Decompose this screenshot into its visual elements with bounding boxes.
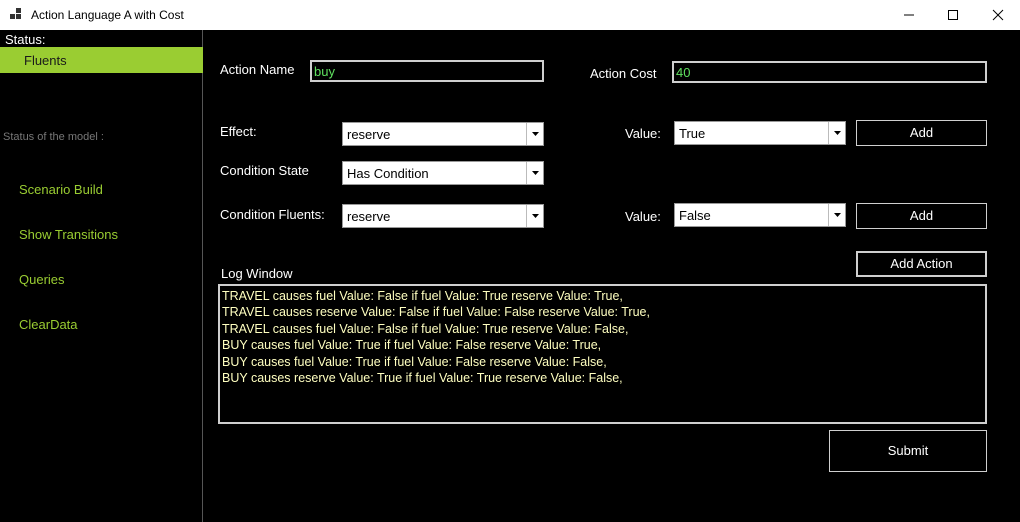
effect-select-value: reserve (347, 127, 391, 142)
nav-show-transitions[interactable]: Show Transitions (19, 227, 118, 242)
condition-state-select-dropdown[interactable] (526, 162, 543, 184)
maximize-button[interactable] (930, 0, 976, 30)
log-line: BUY causes fuel Value: True if fuel Valu… (222, 354, 607, 369)
condition-value-select-dropdown[interactable] (828, 204, 845, 226)
log-line: BUY causes fuel Value: True if fuel Valu… (222, 338, 602, 353)
nav-clear-data[interactable]: ClearData (19, 317, 78, 332)
log-line: TRAVEL causes reserve Value: False if fu… (222, 305, 650, 320)
chevron-down-icon (834, 213, 841, 217)
action-name-input[interactable]: buy (310, 60, 544, 82)
nav-scenario-build[interactable]: Scenario Build (19, 182, 103, 197)
condition-fluents-select-dropdown[interactable] (526, 205, 543, 227)
chevron-down-icon (834, 131, 841, 135)
condition-state-select-value: Has Condition (347, 166, 429, 181)
condition-value-select[interactable]: False (674, 203, 846, 227)
log-line: TRAVEL causes fuel Value: False if fuel … (222, 321, 629, 336)
condition-state-select[interactable]: Has Condition (342, 161, 544, 185)
effect-value-label: Value: (625, 126, 661, 141)
status-label: Status: (5, 32, 46, 47)
add-action-button[interactable]: Add Action (856, 251, 987, 277)
log-line: TRAVEL causes fuel Value: False if fuel … (222, 289, 623, 303)
chevron-down-icon (532, 214, 539, 218)
maximize-icon (948, 10, 958, 20)
effect-select-dropdown[interactable] (526, 123, 543, 145)
condition-value-select-value: False (679, 208, 711, 223)
condition-state-label: Condition State (220, 163, 309, 178)
close-icon (992, 9, 1004, 21)
effect-value-select-dropdown[interactable] (828, 122, 845, 144)
action-name-label: Action Name (220, 62, 295, 77)
log-window[interactable]: TRAVEL causes fuel Value: False if fuel … (218, 284, 987, 424)
log-window-label: Log Window (221, 266, 293, 281)
minimize-button[interactable] (886, 0, 932, 30)
condition-fluents-select-value: reserve (347, 209, 391, 224)
window-title: Action Language A with Cost (31, 8, 184, 22)
effect-label: Effect: (220, 124, 257, 139)
condition-value-label: Value: (625, 209, 661, 224)
minimize-icon (904, 14, 914, 16)
app-icon (10, 8, 21, 19)
action-cost-input[interactable]: 40 (672, 61, 987, 83)
add-effect-button[interactable]: Add (856, 120, 987, 146)
log-line: BUY causes reserve Value: True if fuel V… (222, 371, 623, 386)
model-status-label: Status of the model : (3, 131, 104, 143)
condition-fluents-select[interactable]: reserve (342, 204, 544, 228)
effect-value-select[interactable]: True (674, 121, 846, 145)
close-button[interactable] (975, 0, 1020, 30)
submit-button[interactable]: Submit (829, 430, 987, 472)
chevron-down-icon (532, 132, 539, 136)
fluents-button[interactable]: Fluents (0, 47, 203, 73)
condition-fluents-label: Condition Fluents: (220, 207, 325, 222)
add-condition-button[interactable]: Add (856, 203, 987, 229)
effect-value-select-value: True (679, 126, 706, 141)
title-bar: Action Language A with Cost (0, 0, 1020, 30)
action-cost-label: Action Cost (590, 66, 657, 81)
chevron-down-icon (532, 171, 539, 175)
nav-queries[interactable]: Queries (19, 272, 65, 287)
sidebar: Status: Fluents Status of the model : Sc… (0, 30, 203, 522)
effect-select[interactable]: reserve (342, 122, 544, 146)
